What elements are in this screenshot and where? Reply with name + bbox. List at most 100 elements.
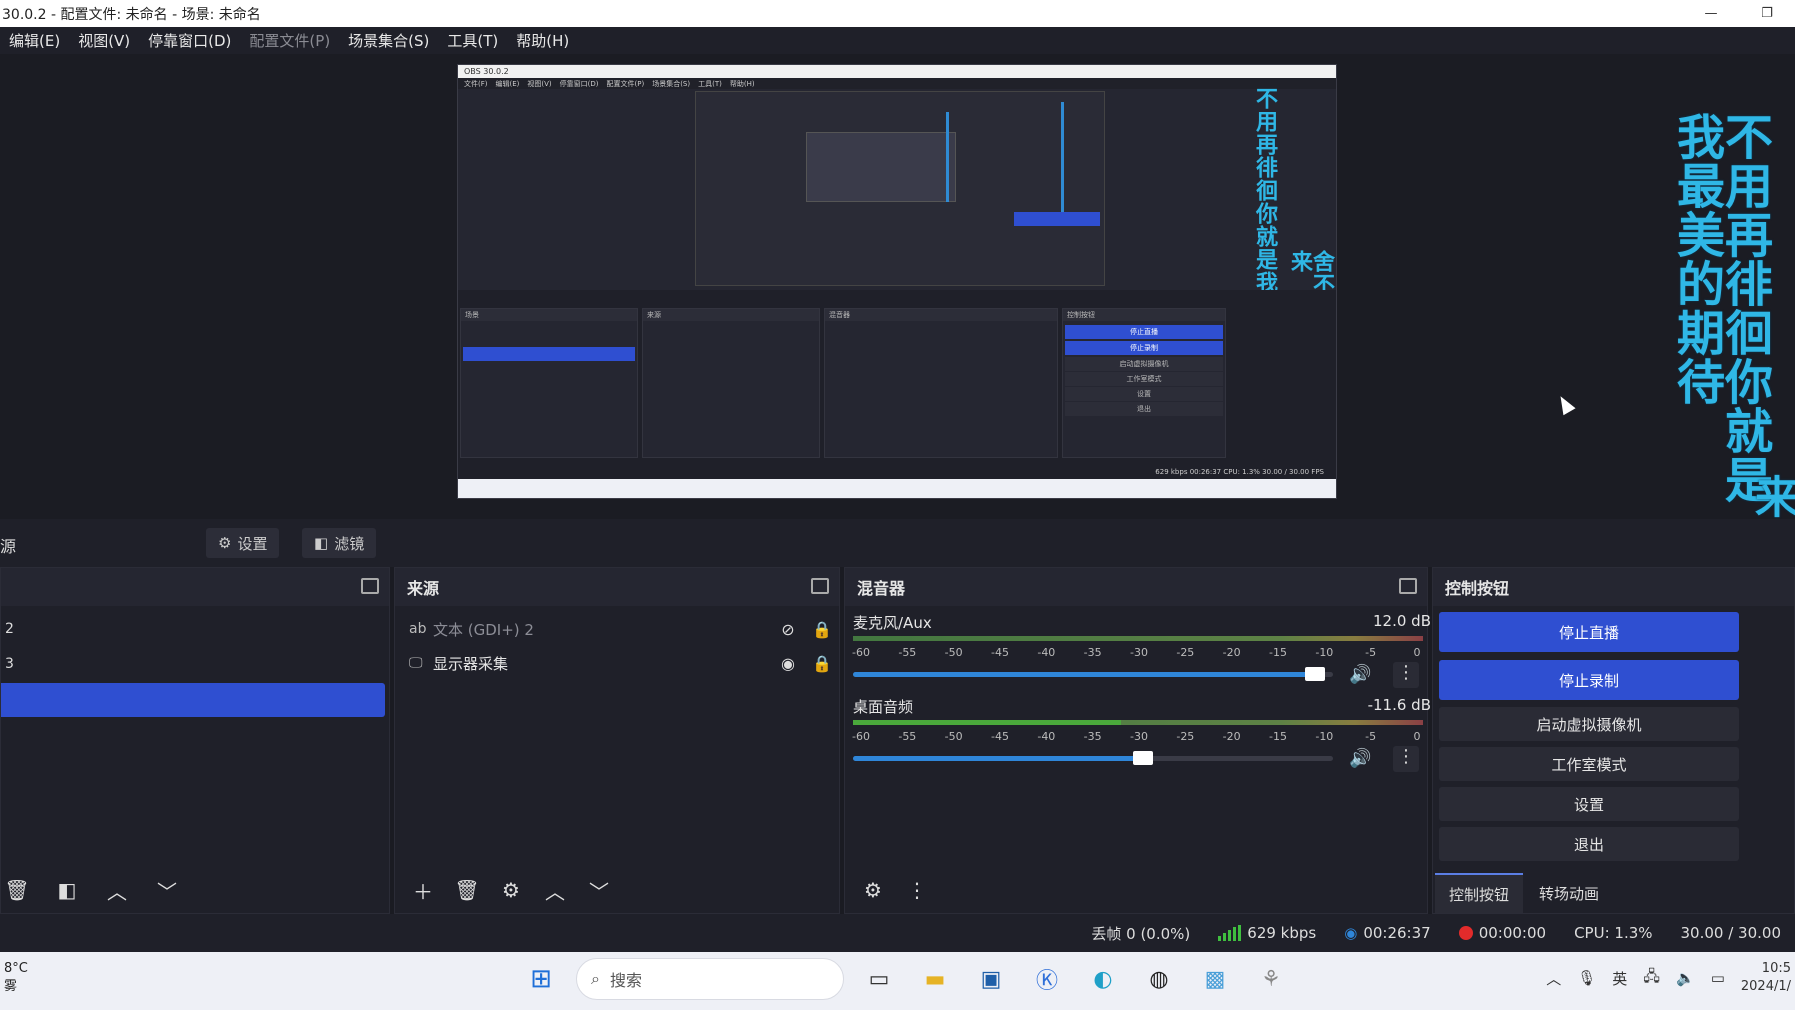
source-settings-label: 设置: [237, 534, 268, 553]
advanced-audio-icon[interactable]: ⚙: [857, 875, 889, 905]
menu-docks[interactable]: 停靠窗口(D): [139, 30, 240, 51]
stream-time-value: 00:26:37: [1363, 924, 1431, 942]
stop-recording-button[interactable]: 停止录制: [1439, 660, 1739, 700]
tab-transitions[interactable]: 转场动画: [1525, 873, 1613, 913]
mouse-cursor-icon: [1554, 392, 1576, 416]
stop-streaming-button[interactable]: 停止直播: [1439, 612, 1739, 652]
network-icon[interactable]: 🖧: [1643, 966, 1660, 991]
store-icon[interactable]: ▣: [970, 958, 1012, 1000]
meter-tick-label: -5: [1365, 730, 1377, 743]
eye-icon[interactable]: ◉: [771, 654, 805, 673]
eye-hidden-icon[interactable]: ⊘: [771, 620, 805, 639]
menu-help[interactable]: 帮助(H): [507, 30, 578, 51]
track-name: 麦克风/Aux: [853, 614, 932, 632]
chevron-up-icon[interactable]: ︿: [1546, 968, 1561, 989]
more-options-icon[interactable]: ⋮: [1393, 746, 1419, 772]
edge-icon[interactable]: ◐: [1082, 958, 1124, 1000]
source-item[interactable]: ab 文本 (GDI+) 2 ⊘ 🔒: [395, 612, 839, 646]
preview-area[interactable]: OBS 30.0.2 文件(F) 编辑(E) 视图(V) 停靠窗口(D) 配置文件(P)…: [0, 54, 1795, 519]
preview-thumb-virtual-cam: 启动虚拟摄像机: [1065, 357, 1223, 371]
meter-tick-label: -60: [852, 730, 870, 743]
preview-canvas[interactable]: OBS 30.0.2 文件(F) 编辑(E) 视图(V) 停靠窗口(D) 配置文件(P)…: [457, 64, 1337, 499]
ime-indicator[interactable]: 英: [1612, 968, 1627, 989]
restore-button[interactable]: ❐: [1739, 0, 1795, 27]
k-app-icon[interactable]: Ⓚ: [1026, 958, 1068, 1000]
source-item[interactable]: 🖵 显示器采集 ◉ 🔒: [395, 646, 839, 680]
meter-tick-label: -20: [1222, 646, 1241, 659]
preview-thumb-status: 629 kbps 00:26:37 CPU: 1.3% 30.00 / 30.0…: [1155, 468, 1324, 476]
battery-icon[interactable]: ▭: [1711, 969, 1725, 987]
studio-mode-button[interactable]: 工作室模式: [1439, 747, 1739, 781]
undock-icon[interactable]: [1399, 578, 1417, 594]
gear-icon[interactable]: ⚙: [495, 875, 527, 905]
meter-tick-label: -40: [1037, 646, 1056, 659]
volume-slider-knob[interactable]: [1305, 667, 1326, 681]
menu-tools[interactable]: 工具(T): [438, 30, 507, 51]
scenes-footer: 🗑 ◧ ︿ ﹀: [1, 867, 389, 913]
exit-button[interactable]: 退出: [1439, 827, 1739, 861]
undock-icon[interactable]: [361, 578, 379, 594]
source-name: 显示器采集: [433, 654, 509, 673]
preview-thumb-inner: [806, 132, 956, 202]
move-down-icon[interactable]: ﹀: [583, 875, 615, 905]
volume-icon[interactable]: 🔈: [1676, 969, 1695, 987]
sources-footer: ＋ 🗑 ⚙ ︿ ﹀: [395, 867, 839, 913]
mixer-title: 混音器: [857, 579, 906, 598]
scenes-dock-header: [1, 568, 389, 606]
menu-profile[interactable]: 配置文件(P): [240, 30, 339, 51]
menu-view[interactable]: 视图(V): [69, 30, 139, 51]
minimize-button[interactable]: —: [1683, 0, 1739, 27]
scene-item[interactable]: 2: [1, 612, 385, 646]
menu-bar: 编辑(E) 视图(V) 停靠窗口(D) 配置文件(P) 场景集合(S) 工具(T…: [0, 27, 1795, 54]
move-up-icon[interactable]: ︿: [101, 875, 133, 905]
add-source-icon[interactable]: ＋: [407, 875, 439, 905]
scene-item-selected[interactable]: [1, 683, 385, 717]
more-options-icon[interactable]: ⋮: [901, 875, 933, 905]
meter-tick-label: -55: [898, 646, 917, 659]
volume-slider-knob[interactable]: [1132, 751, 1153, 765]
preview-thumb-stop-record: 停止录制: [1065, 341, 1223, 355]
undock-icon[interactable]: [811, 578, 829, 594]
weather-temp: 8°C: [4, 961, 28, 976]
lock-icon[interactable]: 🔒: [805, 620, 839, 639]
volume-slider[interactable]: [853, 667, 1333, 681]
source-settings-button[interactable]: ⚙ 设置: [206, 528, 280, 558]
meter-tick-label: -15: [1269, 730, 1287, 743]
scene-filter-icon[interactable]: ◧: [51, 875, 83, 905]
menu-edit[interactable]: 编辑(E): [0, 30, 69, 51]
game-app-icon[interactable]: ▩: [1194, 958, 1236, 1000]
broadcast-icon: ◉: [1344, 924, 1358, 942]
taskbar-search[interactable]: ⌕ 搜索: [576, 958, 844, 1000]
preview-thumb-titlebar: OBS 30.0.2: [458, 65, 1336, 78]
scene-item[interactable]: 3: [1, 647, 385, 681]
weather-widget[interactable]: 8°C 雾: [4, 960, 28, 996]
task-view-icon[interactable]: ▭: [858, 958, 900, 1000]
lock-icon[interactable]: 🔒: [805, 654, 839, 673]
meter-ticks: -60 -55 -50 -45 -40 -35 -30 -25 -20 -15 -10 -5 0: [852, 646, 1423, 660]
more-options-icon[interactable]: ⋮: [1393, 662, 1419, 688]
sources-dock-header: 来源: [395, 568, 839, 606]
mixer-dock-header: 混音器: [845, 568, 1427, 606]
trash-icon[interactable]: 🗑: [1, 875, 33, 905]
tab-controls[interactable]: 控制按钮: [1435, 873, 1524, 913]
file-explorer-icon[interactable]: ▬: [914, 958, 956, 1000]
preview-thumb-mixer: 混音器: [824, 308, 1058, 458]
start-virtual-camera-button[interactable]: 启动虚拟摄像机: [1439, 707, 1739, 741]
settings-button[interactable]: 设置: [1439, 787, 1739, 821]
misc-app-icon[interactable]: ⚘: [1250, 958, 1292, 1000]
move-down-icon[interactable]: ﹀: [151, 875, 183, 905]
taskbar-clock[interactable]: 10:5 2024/1/: [1741, 960, 1791, 996]
trash-icon[interactable]: 🗑: [451, 875, 483, 905]
speaker-icon[interactable]: 🔊: [1349, 748, 1371, 769]
obs-icon[interactable]: ◍: [1138, 958, 1180, 1000]
speaker-icon[interactable]: 🔊: [1349, 664, 1371, 685]
volume-slider[interactable]: [853, 751, 1333, 765]
preview-thumb-sources: 来源: [642, 308, 820, 458]
microphone-icon[interactable]: 🎙: [1577, 969, 1596, 987]
meter-tick-label: -35: [1083, 730, 1102, 743]
move-up-icon[interactable]: ︿: [539, 875, 571, 905]
menu-scene-collection[interactable]: 场景集合(S): [339, 30, 438, 51]
search-icon: ⌕: [591, 969, 600, 988]
source-filters-button[interactable]: ◧ 滤镜: [302, 528, 377, 558]
windows-start-icon[interactable]: ⊞: [520, 958, 562, 1000]
